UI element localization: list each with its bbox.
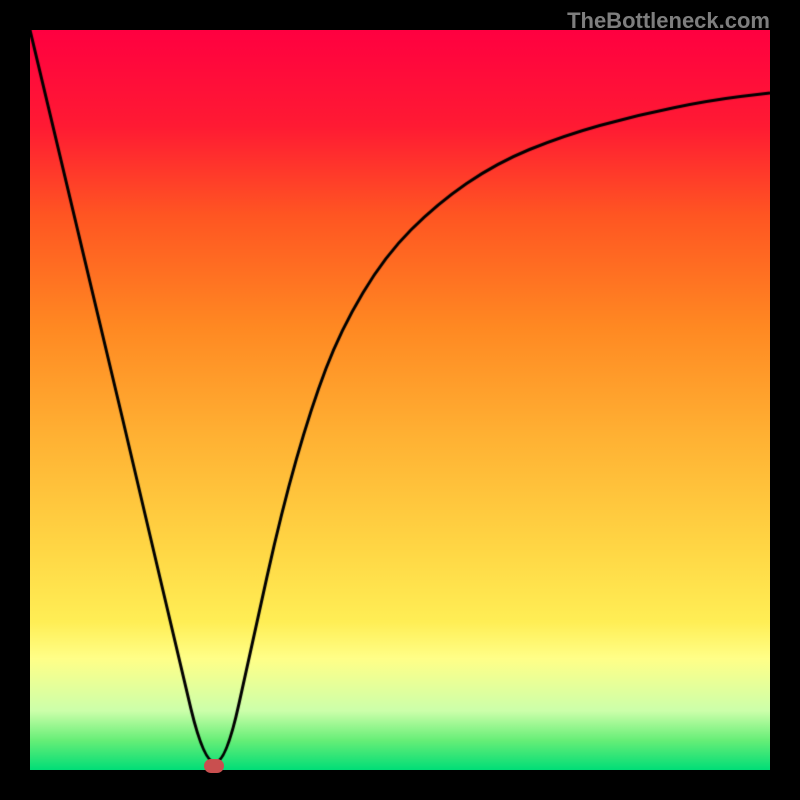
optimum-marker <box>204 759 224 773</box>
chart-container: TheBottleneck.com <box>0 0 800 800</box>
bottleneck-curve <box>30 30 770 770</box>
watermark-text: TheBottleneck.com <box>567 8 770 34</box>
